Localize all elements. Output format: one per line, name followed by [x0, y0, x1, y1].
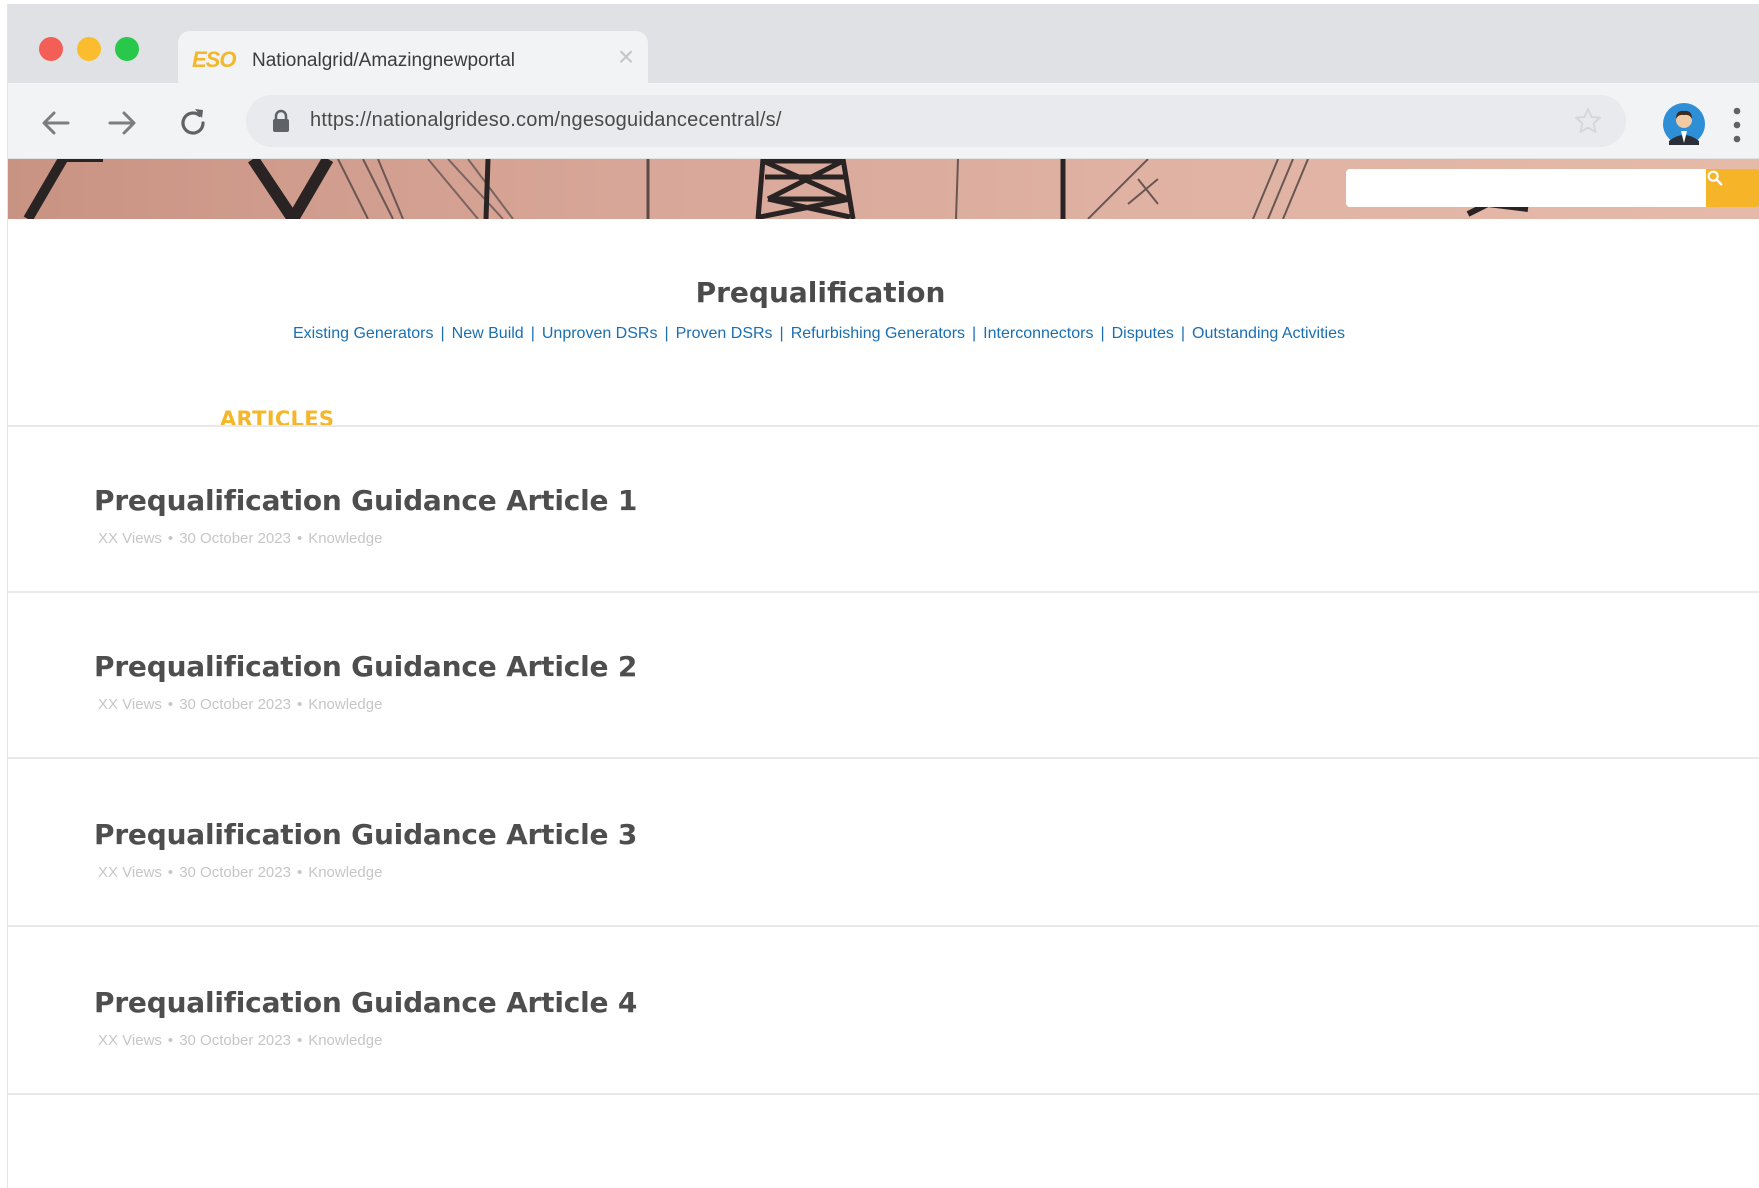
- link-refurbishing-generators[interactable]: Refurbishing Generators: [791, 325, 965, 342]
- tab-strip: ESO Nationalgrid/Amazingnewportal ×: [8, 4, 1759, 83]
- article-title[interactable]: Prequalification Guidance Article 4: [94, 986, 637, 1019]
- link-separator: |: [664, 325, 669, 342]
- link-separator: |: [1100, 325, 1105, 342]
- reload-button[interactable]: [175, 105, 211, 141]
- article-views: XX Views: [98, 864, 162, 881]
- article-views: XX Views: [98, 1032, 162, 1049]
- browser-toolbar: https://nationalgrideso.com/ngesoguidanc…: [8, 83, 1759, 159]
- article-category: Knowledge: [308, 696, 383, 713]
- link-interconnectors[interactable]: Interconnectors: [983, 325, 1093, 342]
- minimize-window-button[interactable]: [77, 37, 101, 61]
- reload-icon: [181, 109, 205, 135]
- link-unproven-dsrs[interactable]: Unproven DSRs: [542, 325, 658, 342]
- search-input[interactable]: [1346, 169, 1706, 207]
- arrow-left-icon: [42, 111, 70, 135]
- header-banner: [8, 159, 1759, 219]
- forward-button[interactable]: [104, 105, 140, 141]
- article-item[interactable]: Prequalification Guidance Article 4 XX V…: [8, 986, 1759, 1152]
- browser-tab[interactable]: ESO Nationalgrid/Amazingnewportal ×: [178, 31, 648, 83]
- article-item[interactable]: Prequalification Guidance Article 2 XX V…: [8, 650, 1759, 816]
- article-divider: [8, 925, 1759, 927]
- back-button[interactable]: [38, 105, 74, 141]
- link-separator: |: [530, 325, 535, 342]
- article-item[interactable]: Prequalification Guidance Article 3 XX V…: [8, 818, 1759, 984]
- link-separator: |: [440, 325, 445, 342]
- browser-window: ESO Nationalgrid/Amazingnewportal × http…: [7, 4, 1759, 1188]
- site-search: [1346, 169, 1759, 207]
- meta-bullet: •: [167, 530, 174, 547]
- article-date: 30 October 2023: [179, 864, 291, 881]
- article-category: Knowledge: [308, 530, 383, 547]
- link-disputes[interactable]: Disputes: [1112, 325, 1174, 342]
- meta-bullet: •: [296, 696, 303, 713]
- tab-close-icon[interactable]: ×: [612, 43, 640, 71]
- article-date: 30 October 2023: [179, 1032, 291, 1049]
- article-item[interactable]: Prequalification Guidance Article 1 XX V…: [8, 484, 1759, 650]
- article-category: Knowledge: [308, 864, 383, 881]
- link-existing-generators[interactable]: Existing Generators: [293, 325, 434, 342]
- meta-bullet: •: [167, 864, 174, 881]
- maximize-window-button[interactable]: [115, 37, 139, 61]
- eso-logo: ESO: [192, 47, 236, 72]
- article-title[interactable]: Prequalification Guidance Article 2: [94, 650, 637, 683]
- avatar[interactable]: [1663, 103, 1705, 145]
- section-divider: [8, 425, 1759, 427]
- article-meta: XX Views • 30 October 2023 • Knowledge: [98, 696, 382, 713]
- link-new-build[interactable]: New Build: [452, 325, 524, 342]
- article-date: 30 October 2023: [179, 530, 291, 547]
- article-date: 30 October 2023: [179, 696, 291, 713]
- page-title: Prequalification: [695, 276, 946, 309]
- kebab-menu-icon[interactable]: [1731, 105, 1743, 145]
- meta-bullet: •: [296, 530, 303, 547]
- arrow-right-icon: [108, 111, 136, 135]
- search-button[interactable]: [1706, 169, 1759, 207]
- star-icon[interactable]: [1572, 105, 1604, 137]
- article-views: XX Views: [98, 530, 162, 547]
- article-meta: XX Views • 30 October 2023 • Knowledge: [98, 530, 382, 547]
- meta-bullet: •: [296, 864, 303, 881]
- search-icon: [1707, 170, 1723, 186]
- link-separator: |: [779, 325, 784, 342]
- article-divider: [8, 757, 1759, 759]
- article-meta: XX Views • 30 October 2023 • Knowledge: [98, 864, 382, 881]
- link-separator: |: [1180, 325, 1186, 342]
- article-title[interactable]: Prequalification Guidance Article 3: [94, 818, 637, 851]
- link-outstanding-activities[interactable]: Outstanding Activities: [1192, 325, 1345, 342]
- lock-icon: [273, 109, 289, 132]
- category-links: Existing Generators | New Build | Unproven D…: [8, 325, 1630, 343]
- article-category: Knowledge: [308, 1032, 383, 1049]
- article-title[interactable]: Prequalification Guidance Article 1: [94, 484, 637, 517]
- tab-title: Nationalgrid/Amazingnewportal: [252, 50, 515, 71]
- article-meta: XX Views • 30 October 2023 • Knowledge: [98, 1032, 382, 1049]
- article-divider: [8, 591, 1759, 593]
- url-text: https://nationalgrideso.com/ngesoguidanc…: [310, 109, 782, 131]
- meta-bullet: •: [296, 1032, 303, 1049]
- meta-bullet: •: [167, 696, 174, 713]
- article-views: XX Views: [98, 696, 162, 713]
- link-proven-dsrs[interactable]: Proven DSRs: [676, 325, 773, 342]
- articles-tab-heading[interactable]: ARTICLES: [220, 407, 334, 431]
- address-bar[interactable]: https://nationalgrideso.com/ngesoguidanc…: [246, 95, 1626, 147]
- link-separator: |: [972, 325, 977, 342]
- article-divider: [8, 1093, 1759, 1095]
- close-window-button[interactable]: [39, 37, 63, 61]
- meta-bullet: •: [167, 1032, 174, 1049]
